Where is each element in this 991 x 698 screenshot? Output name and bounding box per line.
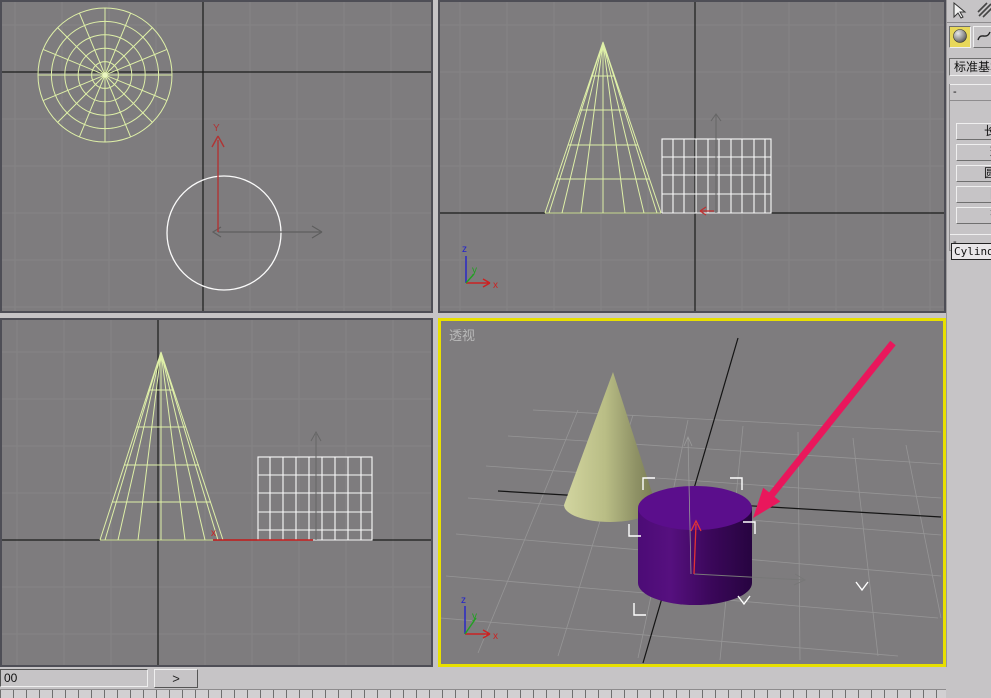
move-gizmo[interactable]: Y: [212, 123, 322, 238]
viewport-front[interactable]: z x y: [438, 0, 946, 313]
tripod-y-label: y: [472, 265, 477, 276]
gizmo-x-label: x: [211, 528, 216, 539]
axis-tripod: z x y: [462, 244, 498, 291]
cylinder-left-wireframe-selected[interactable]: [258, 457, 372, 540]
rollout-header[interactable]: -: [950, 84, 991, 101]
select-cursor-icon[interactable]: [950, 2, 968, 20]
gizmo-x-axis[interactable]: [213, 226, 322, 238]
mirror-tool-icon[interactable]: [977, 2, 991, 20]
viewport-perspective-canvas: z x y: [438, 318, 946, 667]
tripod-x-label: x: [493, 631, 498, 642]
torus-button[interactable]: 圆环: [956, 186, 991, 203]
viewport-front-canvas: z x y: [438, 0, 946, 313]
tripod-x-label: x: [493, 280, 498, 291]
annotation-arrow: [753, 341, 896, 518]
sphere-button[interactable]: 球体: [956, 144, 991, 161]
viewport-label: 透视: [449, 325, 475, 344]
box-button[interactable]: 长方体: [956, 123, 991, 140]
geometry-category-button[interactable]: [949, 26, 971, 48]
cylinder-button[interactable]: 圆柱体: [956, 165, 991, 182]
viewport-top-canvas: Y: [0, 0, 433, 313]
track-bar-ruler[interactable]: [0, 689, 946, 698]
sphere-icon: [952, 28, 968, 44]
shapes-icon: [976, 28, 991, 44]
viewport-left[interactable]: x: [0, 318, 433, 667]
cone-shaded[interactable]: [564, 372, 656, 522]
cone-front-wireframe[interactable]: [545, 42, 661, 213]
viewport-perspective-active[interactable]: 透视: [438, 318, 946, 667]
viewport-left-canvas: x: [0, 318, 433, 667]
tripod-x-axis: [465, 630, 490, 638]
gizmo-y-axis[interactable]: [212, 136, 224, 232]
status-bar: 00 >: [0, 667, 991, 696]
tripod-z-label: z: [461, 595, 466, 606]
tripod-x-axis: [466, 279, 490, 287]
move-gizmo[interactable]: [700, 114, 721, 215]
time-slider-field[interactable]: 00: [0, 669, 148, 687]
command-panel: 标准基本体 - 长方体 球体 圆柱体 圆环 茶壶 - Cylinder01: [946, 0, 991, 696]
gizmo-y-axis[interactable]: [311, 432, 321, 540]
viewport-top[interactable]: Y: [0, 0, 433, 313]
move-gizmo[interactable]: x: [211, 432, 321, 540]
cylinder-top-wireframe-selected[interactable]: [167, 176, 281, 290]
tripod-z-label: z: [462, 244, 467, 255]
shapes-category-button[interactable]: [973, 26, 991, 48]
object-name-field[interactable]: Cylinder01: [951, 243, 991, 260]
cone-top-wireframe[interactable]: [38, 8, 172, 142]
next-frame-button[interactable]: >: [154, 669, 198, 688]
object-type-rollout: - 长方体 球体 圆柱体 圆环 茶壶 -: [949, 84, 991, 251]
panel-toolbar: [947, 0, 991, 23]
primitive-type-dropdown[interactable]: 标准基本体: [949, 58, 991, 76]
grid-lines: [0, 0, 433, 313]
world-axes: [0, 0, 433, 313]
gizmo-x-axis[interactable]: [700, 207, 714, 215]
gizmo-y-label: Y: [213, 123, 220, 134]
teapot-button[interactable]: 茶壶: [956, 207, 991, 224]
tripod-y-label: y: [472, 611, 477, 622]
